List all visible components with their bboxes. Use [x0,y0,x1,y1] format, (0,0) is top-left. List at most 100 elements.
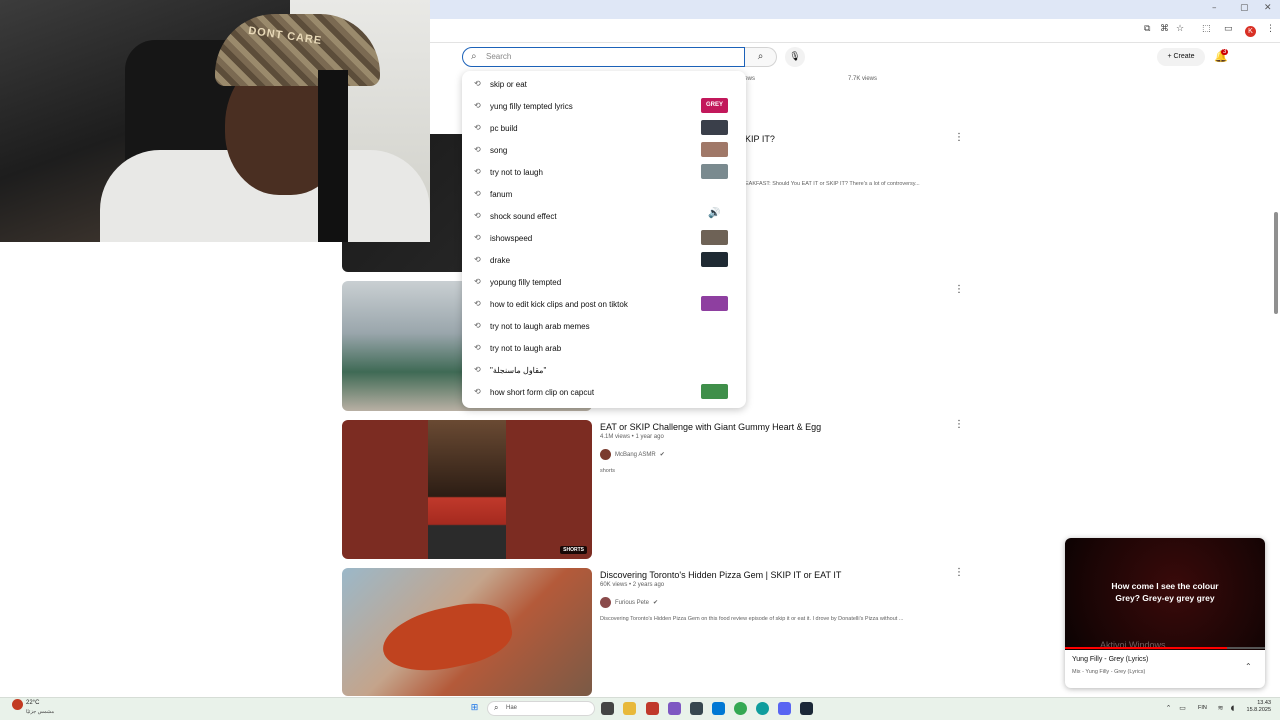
taskbar-search[interactable]: ⌕ Hae [487,701,595,716]
page-scrollbar[interactable] [1272,48,1280,696]
suggestion-text: ishowspeed [490,234,533,243]
video-title[interactable]: EAT or SKIP Challenge with Giant Gummy H… [600,422,821,432]
edge-icon[interactable] [756,702,769,715]
suggestion-thumbnail[interactable] [701,230,728,245]
voice-search-button[interactable]: 🎙 [785,47,805,67]
suggestion-text: try not to laugh arab memes [490,322,590,331]
video-description-partial: EAKFAST: Should You EAT IT or SKIP IT? T… [745,181,920,187]
channel-name[interactable]: Furious Pete [615,600,649,606]
outlook-icon[interactable] [712,702,725,715]
channel-avatar[interactable] [600,597,611,608]
channel-row[interactable]: McBang ASMR ✔ [600,449,665,460]
search-suggestion-item[interactable]: ⟲ "مقاول ماسنجلة" [462,359,746,381]
miniplayer-title[interactable]: Yung Filly - Grey (Lyrics) [1072,656,1148,663]
miniplayer[interactable]: How come I see the colour Grey? Grey-ey … [1065,538,1265,688]
miniplayer-subtitle: Mix - Yung Filly - Grey (Lyrics) [1072,669,1146,675]
video-more-options-icon[interactable]: ⋮ [954,284,964,295]
close-window-button[interactable]: ✕ [1264,3,1272,13]
maximize-button[interactable]: ▢ [1240,3,1249,13]
microphone-icon: 🎙 [789,52,801,62]
volume-icon[interactable]: ◖ [1226,702,1239,715]
discord-icon[interactable] [778,702,791,715]
video-more-options-icon[interactable]: ⋮ [954,132,964,143]
history-clock-icon: ⟲ [474,145,481,154]
suggestion-text: try not to laugh arab [490,344,562,353]
webcam-person-cap [215,14,380,86]
search-suggestion-item[interactable]: ⟲ how short form clip on capcut [462,381,746,403]
search-icon: ⌕ [471,51,477,62]
search-suggestion-item[interactable]: ⟲ song [462,139,746,161]
browser-menu-icon[interactable]: ⋮ [1266,24,1275,34]
search-input[interactable]: ⌕ Search [462,47,745,67]
tray-app-icon[interactable]: ▭ [1176,702,1189,715]
suggestion-thumbnail[interactable] [701,120,728,135]
bookmark-star-icon[interactable]: ☆ [1176,24,1184,34]
video-more-options-icon[interactable]: ⋮ [954,567,964,578]
video-thumbnail[interactable]: SHORTS [342,420,592,559]
minimize-button[interactable]: – [1212,3,1217,13]
search-suggestion-item[interactable]: ⟲ how to edit kick clips and post on tikt… [462,293,746,315]
search-suggestion-item[interactable]: ⟲ yung filly tempted lyrics GREY [462,95,746,117]
search-suggestion-item[interactable]: ⟲ try not to laugh [462,161,746,183]
chrome-icon[interactable] [734,702,747,715]
windows-start-icon[interactable]: ⊞ [468,702,481,715]
suggestion-thumbnail-label: GREY [705,102,723,108]
suggestion-thumbnail[interactable] [701,296,728,311]
suggestion-thumbnail[interactable] [701,164,728,179]
search-suggestion-item[interactable]: ⟲ ishowspeed [462,227,746,249]
translate-icon[interactable]: ⌘ [1160,24,1169,34]
steam-icon[interactable] [800,702,813,715]
chevron-up-icon[interactable]: ⌃ [1245,662,1252,671]
history-clock-icon: ⟲ [474,387,481,396]
profile-avatar[interactable]: K [1245,26,1256,37]
app-icon[interactable] [690,702,703,715]
input-language[interactable]: FIN [1198,705,1207,711]
search-suggestion-item[interactable]: ⟲ try not to laugh arab [462,337,746,359]
clock-date: 15.8.2025 [1246,707,1271,713]
cast-icon[interactable]: ⧉ [1144,24,1150,34]
video-description: shorts [600,468,615,474]
video-title[interactable]: Discovering Toronto's Hidden Pizza Gem |… [600,570,841,580]
search-suggestion-item[interactable]: ⟲ pc build [462,117,746,139]
miniplayer-lyric-overlay: How come I see the colour Grey? Grey-ey … [1075,580,1255,604]
video-meta: 60K views • 2 years ago [600,582,665,588]
channel-row[interactable]: Furious Pete ✔ [600,597,658,608]
app-icon[interactable] [646,702,659,715]
video-meta: 4.1M views • 1 year ago [600,434,664,440]
suggestion-thumbnail[interactable] [701,384,728,399]
video-more-options-icon[interactable]: ⋮ [954,419,964,430]
speaker-icon: 🔊 [708,208,721,219]
miniplayer-progress-fill [1065,647,1227,649]
tray-chevron-icon[interactable]: ⌃ [1162,702,1175,715]
file-explorer-icon[interactable] [623,702,636,715]
weather-icon[interactable] [12,699,23,710]
windows-taskbar [0,697,1280,720]
task-view-icon[interactable] [601,702,614,715]
sidepanel-icon[interactable]: ▭ [1224,24,1233,34]
app-icon[interactable] [668,702,681,715]
channel-avatar[interactable] [600,449,611,460]
search-suggestion-item[interactable]: ⟲ skip or eat [462,73,746,95]
extensions-icon[interactable]: ⬚ [1202,24,1211,34]
search-suggestion-item[interactable]: ⟲ try not to laugh arab memes [462,315,746,337]
search-suggestion-item[interactable]: ⟲ shock sound effect 🔊 [462,205,746,227]
history-clock-icon: ⟲ [474,277,481,286]
video-thumbnail[interactable] [342,568,592,696]
search-suggestion-item[interactable]: ⟲ fanum [462,183,746,205]
suggestion-thumbnail[interactable] [701,252,728,267]
create-button[interactable]: + Create [1157,48,1205,66]
search-suggestion-item[interactable]: ⟲ drake [462,249,746,271]
history-clock-icon: ⟲ [474,233,481,242]
suggestion-text: "مقاول ماسنجلة" [490,366,547,375]
suggestion-thumbnail[interactable] [701,142,728,157]
suggestion-thumbnail[interactable]: GREY [701,98,728,113]
taskbar-search-text: Hae [506,705,518,711]
channel-name[interactable]: McBang ASMR [615,452,656,458]
search-button[interactable]: ⌕ [745,47,777,67]
scrollbar-thumb[interactable] [1274,212,1278,314]
search-suggestion-item[interactable]: ⟲ yopung filly tempted [462,271,746,293]
taskbar-clock[interactable]: 13.43 15.8.2025 [1243,700,1271,714]
weather-temperature[interactable]: 22°C [26,700,39,706]
suggestion-text: skip or eat [490,80,527,89]
video-title-partial[interactable]: KIP IT? [745,134,775,144]
